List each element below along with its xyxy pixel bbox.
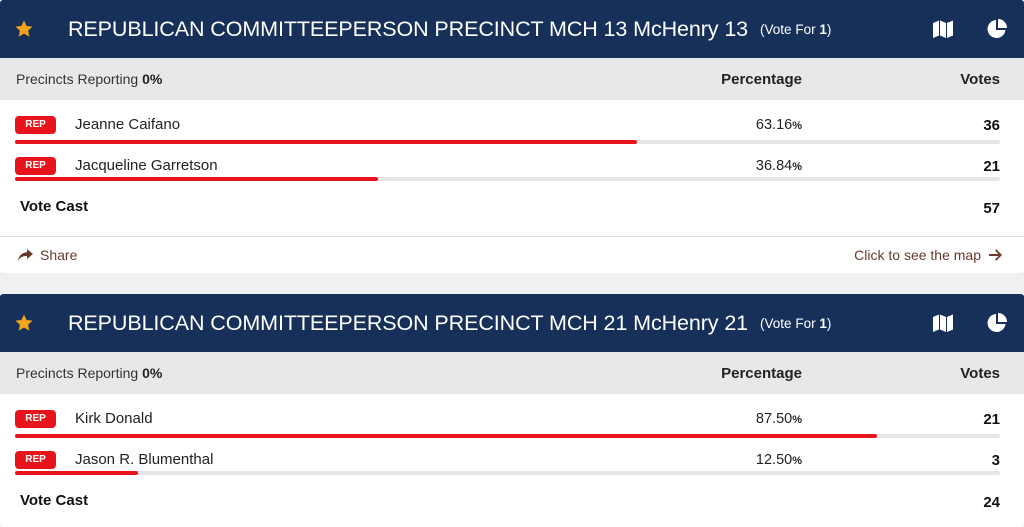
vote-for-text: (Vote For [760,21,820,37]
precincts-reporting: Precincts Reporting 0% [16,365,162,381]
race-title: REPUBLICAN COMMITTEEPERSON PRECINCT MCH … [68,16,749,41]
candidate-votes: 36 [983,117,1000,134]
percentage-column-header: Percentage [721,364,802,382]
precincts-label: Precincts Reporting [16,365,139,381]
precincts-value: 0% [142,71,163,87]
race-subheader: Precincts Reporting 0% Percentage Votes [0,352,1024,394]
candidate-row: REP Jeanne Caifano 63.16% 36 [0,100,1024,144]
percentage-column-header: Percentage [721,70,802,88]
arrow-right-icon [989,249,1002,261]
map-icon[interactable] [932,312,954,334]
percentage-value: 87.50 [755,411,793,427]
star-icon[interactable] [14,19,34,39]
percent-sign: % [792,414,802,426]
percentage-value: 63.16 [755,117,793,133]
vote-for-label: (Vote For 1) [760,316,831,331]
candidate-percentage: 63.16% [756,117,802,133]
candidate-row: REP Jacqueline Garretson 36.84% 21 [0,144,1024,181]
percent-sign: % [792,455,802,467]
race-subheader: Precincts Reporting 0% Percentage Votes [0,58,1024,100]
candidate-name: Kirk Donald [75,410,153,427]
vote-for-close: ) [826,315,832,331]
vote-for-text: (Vote For [760,315,820,331]
candidate-votes: 21 [983,411,1000,428]
candidate-name: Jacqueline Garretson [75,157,218,174]
vote-cast-row: Vote Cast 24 [0,475,1024,527]
party-badge: REP [15,116,56,134]
see-map-label: Click to see the map [854,247,981,263]
vote-for-close: ) [826,21,832,37]
map-icon[interactable] [932,18,954,40]
see-map-link[interactable]: Click to see the map [854,247,1002,263]
percent-sign: % [792,161,802,173]
party-badge: REP [15,410,56,428]
precincts-value: 0% [142,365,163,381]
race-card: REPUBLICAN COMMITTEEPERSON PRECINCT MCH … [0,294,1024,527]
candidate-percentage: 87.50% [756,411,802,427]
race-header: REPUBLICAN COMMITTEEPERSON PRECINCT MCH … [0,0,1024,58]
candidate-percentage: 12.50% [756,452,802,468]
vote-for-label: (Vote For 1) [760,22,831,37]
vote-cast-total: 57 [983,200,1000,217]
vote-cast-row: Vote Cast 57 [0,181,1024,237]
party-badge: REP [15,451,56,469]
precincts-reporting: Precincts Reporting 0% [16,71,162,87]
party-badge: REP [15,157,56,175]
pie-chart-icon[interactable] [986,18,1008,40]
candidate-row: REP Jason R. Blumenthal 12.50% 3 [0,438,1024,475]
share-button[interactable]: Share [18,247,77,263]
race-footer: Share Click to see the map [0,237,1024,273]
share-icon [18,249,33,261]
candidate-votes: 21 [983,158,1000,175]
votes-column-header: Votes [960,364,1000,382]
candidate-row: REP Kirk Donald 87.50% 21 [0,394,1024,438]
candidate-name: Jason R. Blumenthal [75,451,214,468]
vote-cast-label: Vote Cast [20,198,89,215]
pie-chart-icon[interactable] [986,312,1008,334]
star-icon[interactable] [14,313,34,333]
vote-for-number: 1 [819,21,827,37]
race-title: REPUBLICAN COMMITTEEPERSON PRECINCT MCH … [68,310,749,335]
votes-column-header: Votes [960,70,1000,88]
percentage-value: 36.84 [755,158,793,174]
vote-cast-total: 24 [983,494,1000,511]
vote-for-number: 1 [819,315,827,331]
candidate-name: Jeanne Caifano [75,116,181,133]
precincts-label: Precincts Reporting [16,71,139,87]
percentage-value: 12.50 [755,452,793,468]
share-label: Share [40,247,78,263]
candidate-percentage: 36.84% [756,158,802,174]
candidate-votes: 3 [991,452,1000,469]
percent-sign: % [792,120,802,132]
race-header: REPUBLICAN COMMITTEEPERSON PRECINCT MCH … [0,294,1024,352]
vote-cast-label: Vote Cast [20,492,89,509]
race-card: REPUBLICAN COMMITTEEPERSON PRECINCT MCH … [0,0,1024,273]
